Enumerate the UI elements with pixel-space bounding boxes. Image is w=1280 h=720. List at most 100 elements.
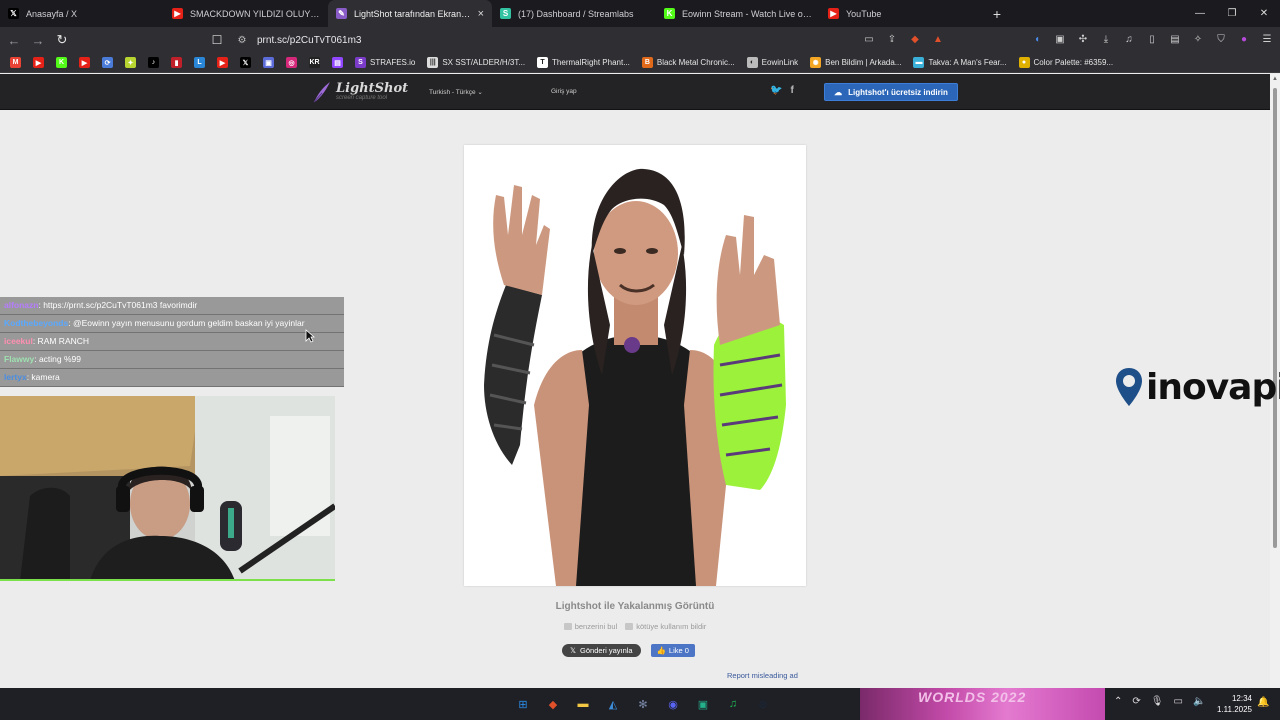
browser-tab[interactable]: ✎ LightShot tarafından Ekran Görü ×: [328, 0, 492, 27]
bookmark-item[interactable]: ✦: [125, 57, 136, 68]
chevron-up-icon[interactable]: ⌃: [1114, 696, 1122, 707]
brave-rewards-icon[interactable]: ▲: [931, 32, 945, 46]
windows-start-icon[interactable]: ⊞: [512, 693, 534, 715]
bookmark-item[interactable]: ● Color Palette: #6359...: [1018, 57, 1113, 68]
bookmark-item[interactable]: K: [56, 57, 67, 68]
brave-shields-icon[interactable]: ◆: [908, 32, 922, 46]
profile-icon[interactable]: ●: [1237, 32, 1251, 46]
bookmark-item[interactable]: B Black Metal Chronic...: [641, 57, 735, 68]
bookmark-item[interactable]: ▶: [79, 57, 90, 68]
app-green-icon[interactable]: ▣: [692, 693, 714, 715]
feather-icon: [313, 82, 330, 103]
stream-chat-overlay: alfonazn: https://prnt.sc/p2CuTvT061m3 f…: [0, 297, 344, 395]
bell-icon: ✺: [810, 57, 822, 68]
bookmark-item[interactable]: T ThermalRight Phant...: [537, 57, 630, 68]
bookmark-item[interactable]: ✺ Ben Bildim | Arkada...: [810, 57, 901, 68]
bookmark-item[interactable]: L: [194, 57, 205, 68]
volume-icon[interactable]: 🔈: [1193, 696, 1205, 707]
download-button[interactable]: ☁ Lightshot'ı ücretsiz indirin: [824, 83, 958, 101]
x-share-label: Gönderi yayınla: [580, 646, 633, 655]
scrollbar-thumb[interactable]: [1273, 88, 1277, 548]
bookmark-item[interactable]: ▤: [332, 57, 343, 68]
kick-icon: K: [56, 57, 67, 68]
site-settings-icon[interactable]: ⚙: [232, 35, 252, 46]
find-similar-link[interactable]: benzerini bul: [563, 622, 617, 631]
login-link[interactable]: Giriş yap: [551, 88, 577, 95]
bookmark-item[interactable]: ◐ EowinLink: [746, 57, 798, 68]
reload-button[interactable]: ↻: [52, 30, 72, 50]
extension-icon[interactable]: ▣: [1053, 32, 1067, 46]
minimize-button[interactable]: —: [1184, 0, 1216, 27]
browser-tab[interactable]: K Eowinn Stream - Watch Live on Kick: [656, 0, 820, 27]
bookmark-item[interactable]: ◎: [286, 57, 297, 68]
browser-tab[interactable]: S (17) Dashboard / Streamlabs: [492, 0, 656, 27]
address-url[interactable]: prnt.sc/p2CuTvT061m3: [257, 35, 362, 46]
spotify-icon[interactable]: ♫: [722, 693, 744, 715]
chat-username: Kodthebeyonds: [4, 318, 69, 328]
forward-button[interactable]: →: [28, 30, 48, 50]
menu-icon[interactable]: ☰: [1260, 32, 1274, 46]
new-tab-button[interactable]: +: [984, 0, 1010, 27]
report-abuse-link[interactable]: kötüye kullanım bildir: [625, 622, 706, 631]
download-icon[interactable]: ⤓: [1099, 32, 1113, 46]
bookmark-item[interactable]: ||| SX SST/ALDER/H/3T...: [427, 57, 525, 68]
mic-icon[interactable]: 🎙: [1151, 696, 1164, 707]
twitch-icon: ▤: [332, 57, 343, 68]
bookmark-page-icon[interactable]: ☐: [208, 31, 226, 49]
scroll-up-icon[interactable]: ▲: [1272, 76, 1278, 82]
vpn-icon[interactable]: ⛉: [1214, 32, 1228, 46]
media-icon[interactable]: ♫: [1122, 32, 1136, 46]
x-share-button[interactable]: 𝕏 Gönderi yayınla: [562, 644, 641, 657]
brave-icon[interactable]: ◆: [542, 693, 564, 715]
bookmark-item[interactable]: S STRAFES.io: [355, 57, 415, 68]
language-selector[interactable]: Turkish - Türkçe ⌄: [429, 88, 483, 96]
address-bar[interactable]: ⚙ prnt.sc/p2CuTvT061m3: [232, 30, 952, 50]
puzzle-icon[interactable]: ✣: [1076, 32, 1090, 46]
facebook-like-button[interactable]: 👍 Like 0: [650, 644, 695, 657]
bookmark-item[interactable]: ▶: [217, 57, 228, 68]
steam-icon[interactable]: ⊛: [752, 693, 774, 715]
cast-icon[interactable]: ▭: [862, 32, 876, 46]
lightshot-logo[interactable]: LightShot screen capture tool: [312, 80, 408, 104]
settings-app-icon[interactable]: ✻: [632, 693, 654, 715]
back-button[interactable]: ←: [4, 30, 24, 50]
browser-tab[interactable]: ▶ YouTube: [820, 0, 984, 27]
streamlabs-icon: S: [500, 8, 511, 19]
sync-icon: ⟳: [102, 57, 113, 68]
network-icon[interactable]: ▭: [1173, 696, 1182, 707]
share-icon[interactable]: ⇪: [885, 32, 899, 46]
bookmark-item[interactable]: ▣: [263, 57, 274, 68]
tab-strip: 𝕏 Anasayfa / X ▶ SMACKDOWN YILDIZI OLUYORUM…: [0, 0, 1280, 27]
bookmark-item[interactable]: ♪: [148, 57, 159, 68]
discord-icon[interactable]: ◉: [662, 693, 684, 715]
report-ad-link[interactable]: Report misleading ad: [727, 671, 798, 680]
notification-bell-icon[interactable]: 🔔: [1257, 697, 1269, 708]
maximize-button[interactable]: ❐: [1216, 0, 1248, 27]
youtube-icon: ▶: [79, 57, 90, 68]
bookmark-item[interactable]: 𝕏: [240, 57, 251, 68]
game-icon: ✦: [125, 57, 136, 68]
browser-tab[interactable]: ▶ SMACKDOWN YILDIZI OLUYORUM: [164, 0, 328, 27]
audio-icon[interactable]: ◖: [1030, 32, 1044, 46]
close-tab-icon[interactable]: ×: [478, 8, 484, 20]
bookmark-item[interactable]: ▮: [171, 57, 182, 68]
advertisement[interactable]: inovapin: [1114, 366, 1280, 408]
taskbar-clock[interactable]: 12:34 1.11.2025: [1212, 693, 1252, 715]
facebook-icon[interactable]: f: [790, 85, 793, 96]
close-window-button[interactable]: ✕: [1248, 0, 1280, 27]
bookmark-item[interactable]: ▬ Takva: A Man's Fear...: [913, 57, 1007, 68]
twitter-icon[interactable]: 🐦: [770, 85, 782, 96]
bookmark-item[interactable]: KR: [309, 57, 320, 68]
sync-tray-icon[interactable]: ⟳: [1132, 696, 1140, 707]
store-icon[interactable]: ◭: [602, 693, 624, 715]
bookmark-item[interactable]: ⟳: [102, 57, 113, 68]
bookmark-item[interactable]: M: [10, 57, 21, 68]
browser-tab[interactable]: 𝕏 Anasayfa / X: [0, 0, 164, 27]
folder-icon[interactable]: ▬: [572, 693, 594, 715]
system-tray: ⌃ ⟳ 🎙 ▭ 🔈: [1114, 696, 1205, 707]
sidebar-icon[interactable]: ▯: [1145, 32, 1159, 46]
wallet-icon[interactable]: ▤: [1168, 32, 1182, 46]
bookmark-item[interactable]: ▶: [33, 57, 44, 68]
leo-icon[interactable]: ✧: [1191, 32, 1205, 46]
screenshot-image[interactable]: [464, 145, 806, 586]
